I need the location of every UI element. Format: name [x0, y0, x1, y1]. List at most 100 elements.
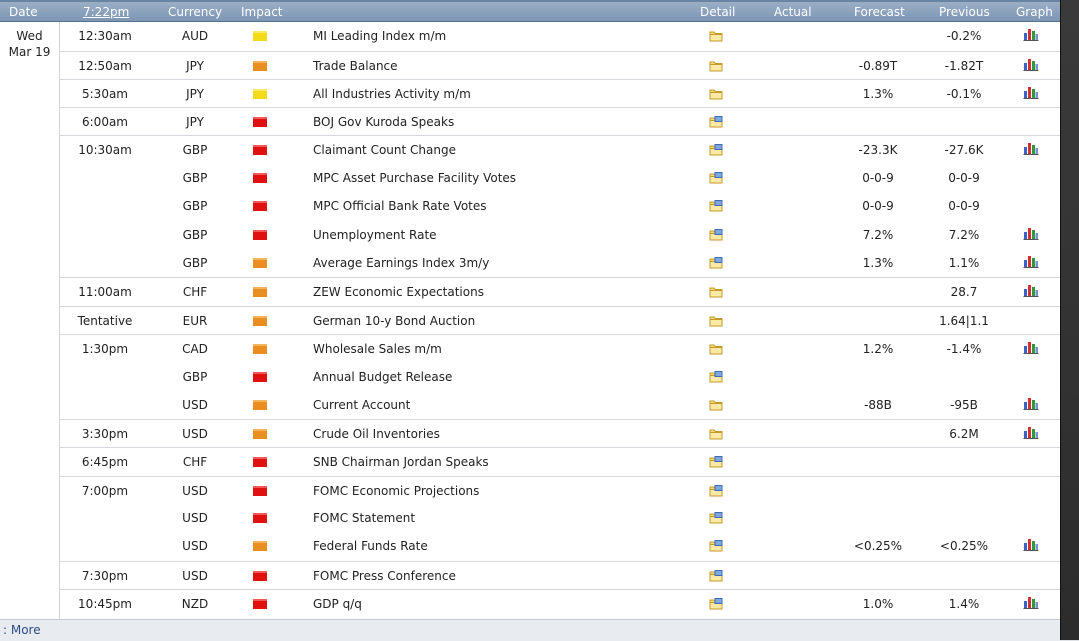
event-row[interactable]: 12:30am AUD MI Leading Index m/m -0.2%	[60, 22, 1060, 50]
high-impact-icon	[253, 372, 267, 382]
col-detail-header: Detail	[700, 5, 736, 19]
detail-folder-icon[interactable]	[709, 570, 723, 585]
graph-chart-icon[interactable]	[1023, 227, 1039, 243]
detail-folder-icon[interactable]	[709, 144, 723, 159]
event-previous: -0.2%	[946, 29, 982, 43]
event-row[interactable]: 7:30pm USD FOMC Press Conference	[60, 561, 1060, 590]
calendar-frame: Date 7:22pm Currency Impact Detail Actua…	[0, 0, 1060, 641]
detail-folder-icon[interactable]	[709, 60, 723, 75]
event-row[interactable]: GBP Unemployment Rate 7.2% 7.2%	[60, 221, 1060, 249]
detail-folder-icon[interactable]	[709, 116, 723, 131]
detail-folder-icon[interactable]	[709, 371, 723, 386]
event-row[interactable]: 10:30am GBP Claimant Count Change -23.3K -27…	[60, 135, 1060, 164]
event-time: 12:30am	[78, 29, 132, 43]
detail-folder-icon[interactable]	[709, 200, 723, 215]
event-title[interactable]: Current Account	[313, 398, 410, 412]
event-title[interactable]: MPC Official Bank Rate Votes	[313, 199, 487, 213]
event-row[interactable]: USD FOMC Statement	[60, 504, 1060, 532]
event-currency: USD	[182, 398, 208, 412]
graph-chart-icon[interactable]	[1023, 86, 1039, 102]
event-row[interactable]: GBP Annual Budget Release	[60, 363, 1060, 391]
graph-chart-icon[interactable]	[1023, 255, 1039, 271]
event-row[interactable]: 10:45pm NZD GDP q/q 1.0% 1.4%	[60, 589, 1060, 618]
event-time: Tentative	[77, 314, 133, 328]
event-title[interactable]: Annual Budget Release	[313, 370, 452, 384]
event-row[interactable]: 11:00am CHF ZEW Economic Expectations 28.7	[60, 277, 1060, 306]
graph-chart-icon[interactable]	[1023, 142, 1039, 158]
event-title[interactable]: Trade Balance	[313, 59, 398, 73]
event-previous: -95B	[950, 398, 978, 412]
detail-folder-icon[interactable]	[709, 456, 723, 471]
event-forecast: 7.2%	[862, 228, 894, 242]
graph-chart-icon[interactable]	[1023, 538, 1039, 554]
event-currency: JPY	[186, 59, 204, 73]
event-row[interactable]: 3:30pm USD Crude Oil Inventories 6.2M	[60, 419, 1060, 448]
detail-folder-icon[interactable]	[709, 172, 723, 187]
detail-folder-icon[interactable]	[709, 485, 723, 500]
event-title[interactable]: Federal Funds Rate	[313, 539, 428, 553]
graph-chart-icon[interactable]	[1023, 28, 1039, 44]
scrollbar[interactable]	[1060, 0, 1079, 640]
col-date-header: Date	[9, 5, 38, 19]
event-title[interactable]: German 10-y Bond Auction	[313, 314, 475, 328]
event-title[interactable]: Crude Oil Inventories	[313, 427, 440, 441]
event-title[interactable]: Wholesale Sales m/m	[313, 342, 442, 356]
graph-chart-icon[interactable]	[1023, 397, 1039, 413]
event-time: 10:45pm	[78, 597, 132, 611]
event-row[interactable]: 6:00am JPY BOJ Gov Kuroda Speaks	[60, 107, 1060, 136]
event-row[interactable]: 1:30pm CAD Wholesale Sales m/m 1.2% -1.4%	[60, 334, 1060, 363]
event-row[interactable]: GBP MPC Official Bank Rate Votes 0-0-9 0-0-…	[60, 192, 1060, 220]
event-row[interactable]: GBP Average Earnings Index 3m/y 1.3% 1.1%	[60, 249, 1060, 277]
event-forecast: 1.3%	[862, 87, 894, 101]
graph-chart-icon[interactable]	[1023, 58, 1039, 74]
event-row[interactable]: 7:00pm USD FOMC Economic Projections	[60, 476, 1060, 505]
detail-folder-icon[interactable]	[709, 428, 723, 443]
event-row[interactable]: 6:45pm CHF SNB Chairman Jordan Speaks	[60, 447, 1060, 476]
event-title[interactable]: ZEW Economic Expectations	[313, 285, 484, 299]
event-title[interactable]: MPC Asset Purchase Facility Votes	[313, 171, 516, 185]
detail-folder-icon[interactable]	[709, 88, 723, 103]
event-previous: 1.4%	[948, 597, 980, 611]
medium-impact-icon	[253, 258, 267, 268]
current-time-link[interactable]: 7:22pm	[83, 5, 129, 19]
detail-folder-icon[interactable]	[709, 399, 723, 414]
event-title[interactable]: MI Leading Index m/m	[313, 29, 446, 43]
detail-folder-icon[interactable]	[709, 512, 723, 527]
detail-folder-icon[interactable]	[709, 229, 723, 244]
graph-chart-icon[interactable]	[1023, 596, 1039, 612]
event-title[interactable]: Unemployment Rate	[313, 228, 437, 242]
event-row[interactable]: 12:50am JPY Trade Balance -0.89T -1.82T	[60, 51, 1060, 80]
event-previous: -27.6K	[944, 143, 984, 157]
detail-folder-icon[interactable]	[709, 343, 723, 358]
graph-chart-icon[interactable]	[1023, 284, 1039, 300]
event-previous: 28.7	[950, 285, 978, 299]
detail-folder-icon[interactable]	[709, 598, 723, 613]
more-link[interactable]: : More	[3, 623, 41, 637]
detail-folder-icon[interactable]	[709, 30, 723, 45]
detail-folder-icon[interactable]	[709, 540, 723, 555]
graph-chart-icon[interactable]	[1023, 426, 1039, 442]
event-title[interactable]: FOMC Economic Projections	[313, 484, 479, 498]
event-title[interactable]: GDP q/q	[313, 597, 362, 611]
high-impact-icon	[253, 201, 267, 211]
event-title[interactable]: FOMC Statement	[313, 511, 415, 525]
detail-folder-icon[interactable]	[709, 286, 723, 301]
graph-chart-icon[interactable]	[1023, 341, 1039, 357]
medium-impact-icon	[253, 61, 267, 71]
event-title[interactable]: Average Earnings Index 3m/y	[313, 256, 489, 270]
detail-folder-icon[interactable]	[709, 315, 723, 330]
event-row[interactable]: Tentative EUR German 10-y Bond Auction 1.64…	[60, 306, 1060, 335]
event-row[interactable]: 5:30am JPY All Industries Activity m/m 1.3%…	[60, 79, 1060, 108]
event-row[interactable]: GBP MPC Asset Purchase Facility Votes 0-0-…	[60, 164, 1060, 192]
event-forecast: -88B	[864, 398, 892, 412]
event-title[interactable]: SNB Chairman Jordan Speaks	[313, 455, 489, 469]
event-currency: USD	[182, 569, 208, 583]
detail-folder-icon[interactable]	[709, 257, 723, 272]
event-title[interactable]: BOJ Gov Kuroda Speaks	[313, 115, 454, 129]
event-row[interactable]: USD Current Account -88B -95B	[60, 391, 1060, 419]
event-title[interactable]: All Industries Activity m/m	[313, 87, 471, 101]
high-impact-icon	[253, 230, 267, 240]
event-title[interactable]: FOMC Press Conference	[313, 569, 456, 583]
event-row[interactable]: USD Federal Funds Rate <0.25% <0.25%	[60, 532, 1060, 560]
event-title[interactable]: Claimant Count Change	[313, 143, 456, 157]
